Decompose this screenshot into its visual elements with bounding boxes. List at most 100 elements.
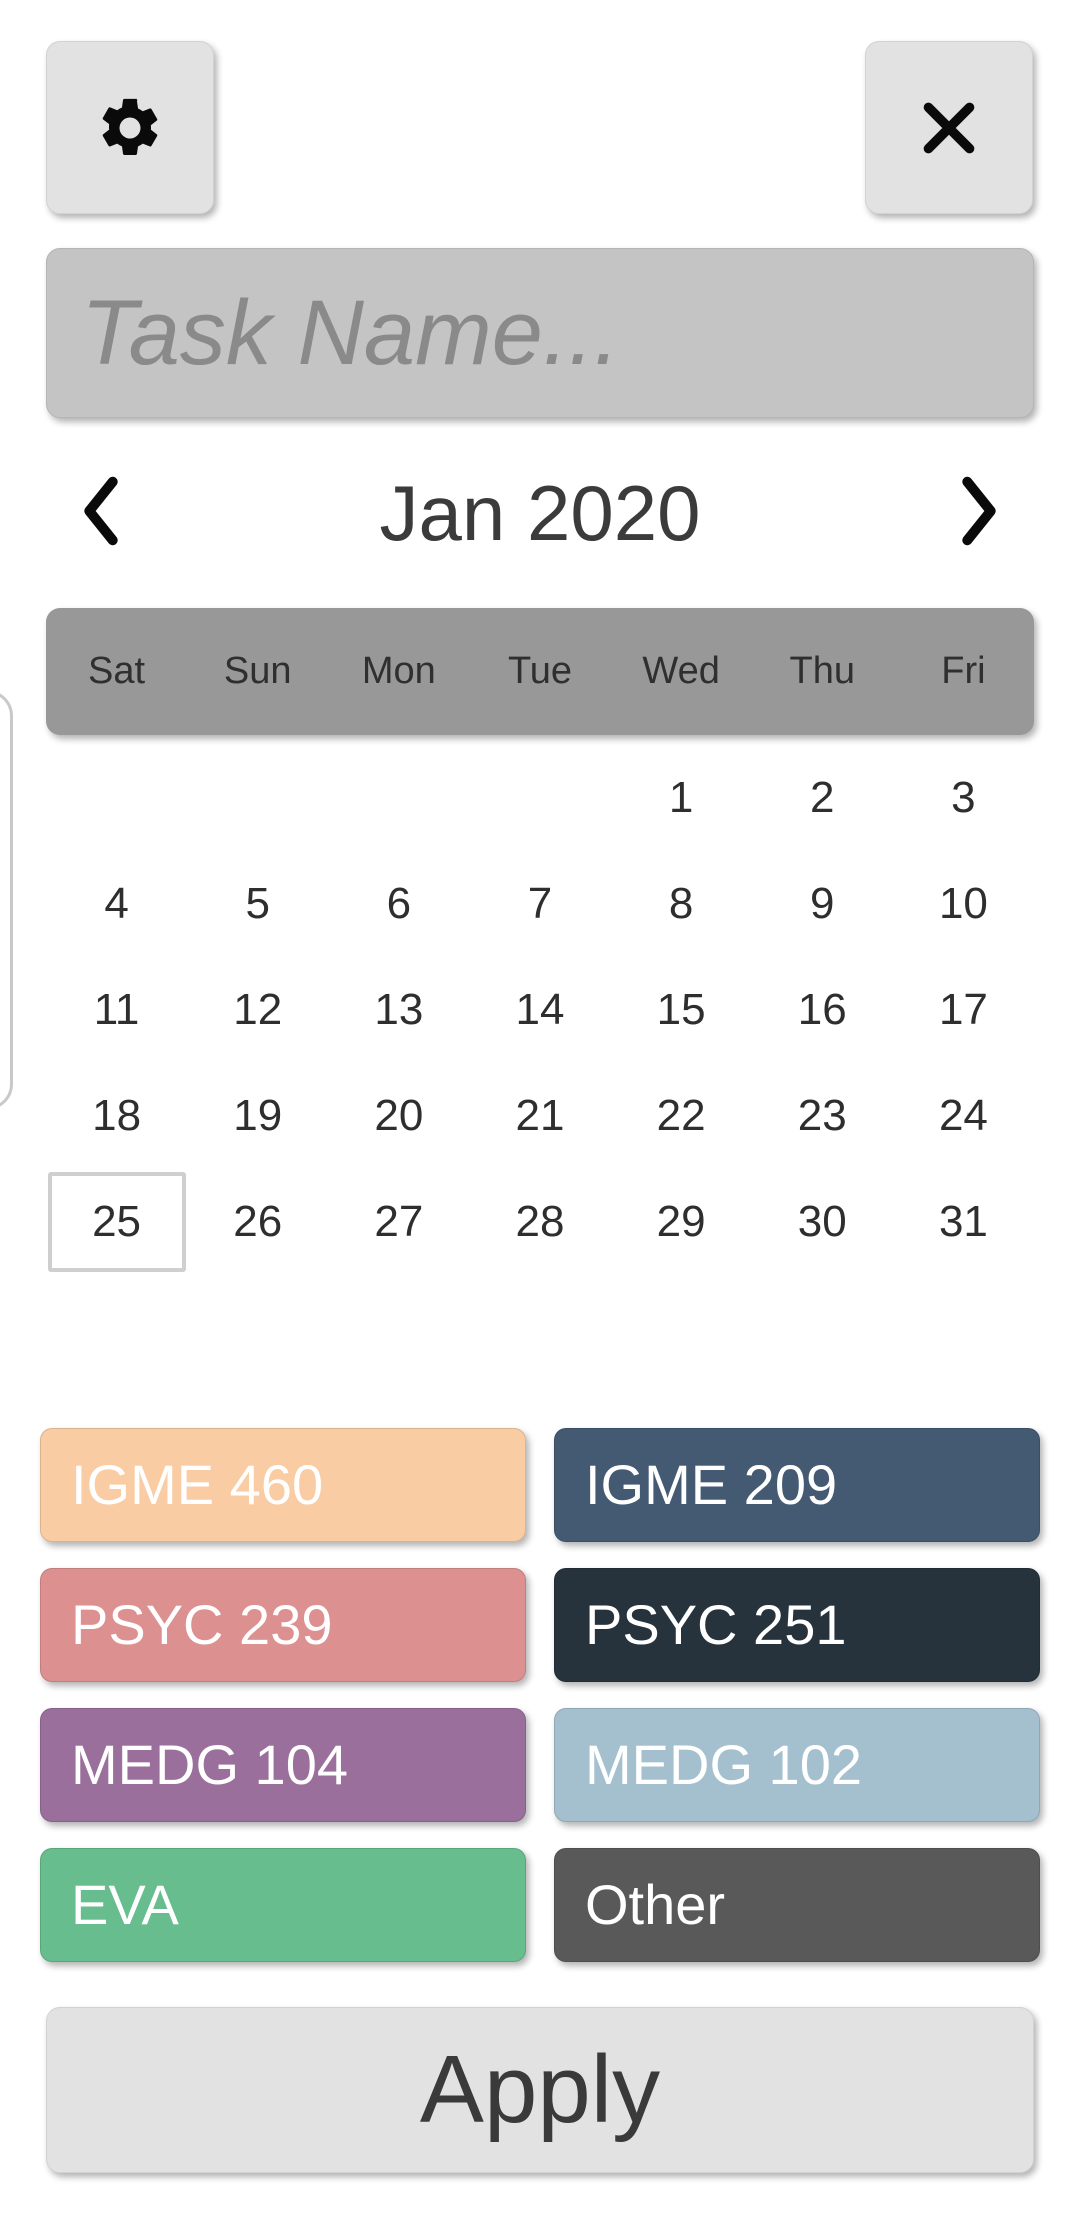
calendar-day[interactable]: 24 — [893, 1063, 1034, 1169]
calendar-day-label: 9 — [810, 879, 835, 928]
calendar-day-label: 10 — [938, 879, 988, 928]
calendar-day[interactable]: 19 — [187, 1063, 328, 1169]
calendar-day[interactable]: 28 — [469, 1169, 610, 1275]
close-icon — [911, 90, 987, 166]
weekday-label: Sat — [88, 650, 146, 692]
calendar-day-label: 8 — [668, 879, 694, 928]
calendar-day-label: 13 — [374, 985, 424, 1034]
calendar-day[interactable]: 16 — [752, 957, 893, 1063]
calendar-day-label: 3 — [951, 773, 976, 822]
calendar-day[interactable]: 17 — [893, 957, 1034, 1063]
calendar-day-blank — [469, 745, 610, 851]
course-button[interactable]: Other — [554, 1848, 1040, 1962]
chevron-right-icon — [943, 470, 1015, 557]
calendar-day-label: 20 — [374, 1091, 424, 1140]
calendar-day[interactable]: 11 — [46, 957, 187, 1063]
course-button[interactable]: EVA — [40, 1848, 526, 1962]
calendar-day-label: 17 — [938, 985, 988, 1034]
course-button[interactable]: MEDG 104 — [40, 1708, 526, 1822]
calendar-day[interactable]: 15 — [611, 957, 752, 1063]
previous-month-button[interactable] — [46, 458, 156, 568]
weekday-label: Fri — [941, 650, 986, 692]
calendar-day-label: 30 — [797, 1197, 847, 1246]
top-bar — [0, 0, 1080, 214]
calendar-day-label: 22 — [656, 1091, 706, 1140]
weekday-label: Thu — [789, 650, 856, 692]
calendar-day-label: 28 — [515, 1197, 565, 1246]
offscreen-panel-outline — [0, 690, 13, 1110]
month-label: Jan 2020 — [379, 468, 701, 557]
calendar-day[interactable]: 27 — [328, 1169, 469, 1275]
course-button[interactable]: PSYC 251 — [554, 1568, 1040, 1682]
calendar-day-label: 16 — [797, 985, 847, 1034]
calendar-day-label: 12 — [233, 985, 283, 1034]
course-button-grid: IGME 460 IGME 209 PSYC 239 PSYC 251 MEDG 104… — [40, 1428, 1040, 1962]
calendar-day[interactable]: 23 — [752, 1063, 893, 1169]
calendar-day[interactable]: 3 — [893, 745, 1034, 851]
weekday-label: Mon — [361, 650, 436, 692]
calendar-grid: 1 2 3 4 5 6 7 8 9 10 11 12 13 14 15 16 17 18 19 20 21 22 23 24 2… — [46, 745, 1034, 1275]
calendar-day[interactable]: 2 — [752, 745, 893, 851]
calendar-day-label: 4 — [104, 879, 129, 928]
calendar-day-blank — [46, 745, 187, 851]
next-month-button[interactable] — [924, 458, 1034, 568]
task-editor-screen: Jan 2020 SatSunMonTueWedThuFri 123456789… — [0, 0, 1080, 2220]
course-button[interactable]: IGME 209 — [554, 1428, 1040, 1542]
calendar-day[interactable]: 12 — [187, 957, 328, 1063]
calendar-day-label: 24 — [938, 1091, 988, 1140]
close-button[interactable] — [865, 41, 1033, 214]
course-button[interactable]: PSYC 239 — [40, 1568, 526, 1682]
calendar-day[interactable]: 1 — [611, 745, 752, 851]
calendar-day-blank — [328, 745, 469, 851]
calendar-day-label: 27 — [374, 1197, 424, 1246]
calendar-day-label: 18 — [92, 1091, 142, 1140]
calendar-day[interactable]: 10 — [893, 851, 1034, 957]
apply-button[interactable]: Apply — [46, 2007, 1034, 2173]
calendar-day-label: 14 — [515, 985, 565, 1034]
weekday-label: Tue — [507, 650, 573, 692]
calendar-day-label: 26 — [233, 1197, 283, 1246]
calendar-day-label: 23 — [797, 1091, 847, 1140]
calendar-day[interactable]: 29 — [611, 1169, 752, 1275]
calendar-day-label: 2 — [810, 773, 835, 822]
chevron-left-icon — [65, 470, 137, 557]
calendar-day[interactable]: 21 — [469, 1063, 610, 1169]
gear-icon — [95, 93, 165, 163]
calendar-day-label: 19 — [233, 1091, 283, 1140]
calendar-day-label: 31 — [938, 1197, 988, 1246]
weekday-label: Wed — [642, 650, 720, 692]
calendar-day-label: 11 — [93, 985, 140, 1034]
calendar-day[interactable]: 6 — [328, 851, 469, 957]
calendar-day[interactable]: 14 — [469, 957, 610, 1063]
weekday-header: Sat Sun Mon Tue Wed Thu Fri — [46, 608, 1034, 735]
calendar-day[interactable]: 8 — [611, 851, 752, 957]
calendar-day[interactable]: 9 — [752, 851, 893, 957]
calendar-day[interactable]: 13 — [328, 957, 469, 1063]
task-name-field[interactable] — [46, 248, 1034, 418]
calendar-day[interactable]: 20 — [328, 1063, 469, 1169]
calendar-day[interactable]: 30 — [752, 1169, 893, 1275]
calendar-day-label: 1 — [668, 773, 694, 822]
calendar-day-label: 5 — [245, 879, 270, 928]
calendar-day-selected[interactable]: 25 — [46, 1169, 187, 1275]
task-name-input[interactable] — [81, 249, 1033, 417]
calendar-day-label: 21 — [515, 1091, 565, 1140]
calendar-day[interactable]: 31 — [893, 1169, 1034, 1275]
calendar-day[interactable]: 7 — [469, 851, 610, 957]
course-button[interactable]: MEDG 102 — [554, 1708, 1040, 1822]
calendar-day-blank — [187, 745, 328, 851]
calendar-day-label: 29 — [656, 1197, 706, 1246]
calendar-day[interactable]: 4 — [46, 851, 187, 957]
settings-button[interactable] — [46, 41, 214, 214]
calendar-day[interactable]: 18 — [46, 1063, 187, 1169]
calendar-day[interactable]: 22 — [611, 1063, 752, 1169]
course-button[interactable]: IGME 460 — [40, 1428, 526, 1542]
calendar-day[interactable]: 26 — [187, 1169, 328, 1275]
month-navigation: Jan 2020 — [46, 452, 1034, 574]
calendar-day-label: 6 — [386, 879, 412, 928]
calendar-day-label: 7 — [527, 879, 553, 928]
calendar-day[interactable]: 5 — [187, 851, 328, 957]
calendar-day-label: 25 — [47, 1172, 186, 1272]
calendar-day-label: 15 — [656, 985, 706, 1034]
weekday-label: Sun — [223, 650, 292, 692]
